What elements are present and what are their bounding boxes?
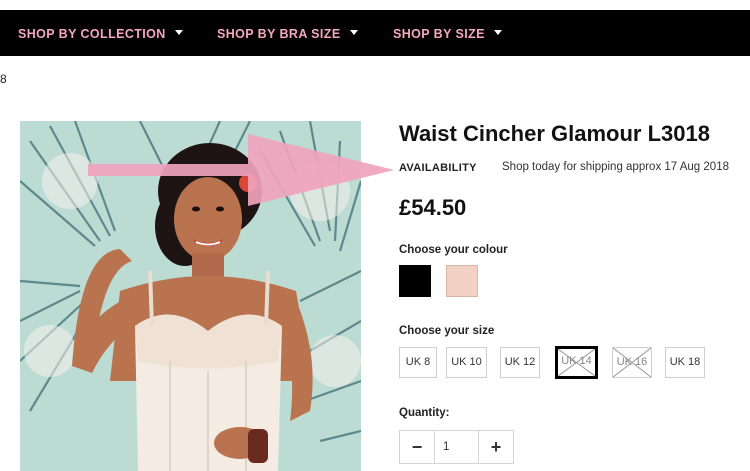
size-option-uk12[interactable]: UK 12 <box>500 347 540 378</box>
quantity-increase-button[interactable]: + <box>478 431 513 463</box>
size-option-label: UK 16 <box>616 356 648 368</box>
size-option-uk14[interactable]: UK 14 <box>555 346 598 379</box>
product-title: Waist Cincher Glamour L3018 <box>399 121 710 146</box>
nav-shop-by-bra-size-label: SHOP BY BRA SIZE <box>217 27 341 41</box>
caret-down-icon <box>493 30 502 36</box>
top-nav: SHOP BY COLLECTION SHOP BY BRA SIZE SHOP… <box>0 10 750 56</box>
swatch-nude[interactable] <box>446 265 478 297</box>
quantity-stepper: − + <box>399 430 514 464</box>
swatch-black[interactable] <box>399 265 431 297</box>
size-option-uk16[interactable]: UK 16 <box>612 347 652 378</box>
size-option-uk18[interactable]: UK 18 <box>665 347 705 378</box>
size-option-uk8[interactable]: UK 8 <box>399 347 437 378</box>
caret-down-icon <box>349 30 358 36</box>
nav-shop-by-size-label: SHOP BY SIZE <box>393 27 485 41</box>
nav-shop-by-collection[interactable]: SHOP BY COLLECTION <box>18 10 183 56</box>
availability-label: AVAILABILITY <box>399 162 477 174</box>
size-option-label: UK 10 <box>451 356 482 368</box>
size-label: Choose your size <box>399 325 495 337</box>
nav-shop-by-bra-size[interactable]: SHOP BY BRA SIZE <box>217 10 358 56</box>
nav-shop-by-collection-label: SHOP BY COLLECTION <box>18 27 166 41</box>
quantity-label: Quantity: <box>399 407 450 419</box>
size-option-label: UK 12 <box>504 356 536 368</box>
size-option-label: UK 14 <box>561 355 592 367</box>
size-option-label: UK 8 <box>405 356 431 368</box>
size-option-uk10[interactable]: UK 10 <box>446 347 487 378</box>
size-option-label: UK 18 <box>669 356 701 368</box>
colour-label: Choose your colour <box>399 244 508 256</box>
caret-down-icon <box>174 30 183 36</box>
breadcrumb-fragment: 8 <box>0 72 7 86</box>
availability-text: Shop today for shipping approx 17 Aug 20… <box>502 161 729 173</box>
quantity-decrease-button[interactable]: − <box>400 431 435 463</box>
pointer-arrow-graphic <box>88 134 394 206</box>
product-price: £54.50 <box>399 195 467 220</box>
quantity-input[interactable] <box>435 431 479 463</box>
nav-shop-by-size[interactable]: SHOP BY SIZE <box>393 10 502 56</box>
